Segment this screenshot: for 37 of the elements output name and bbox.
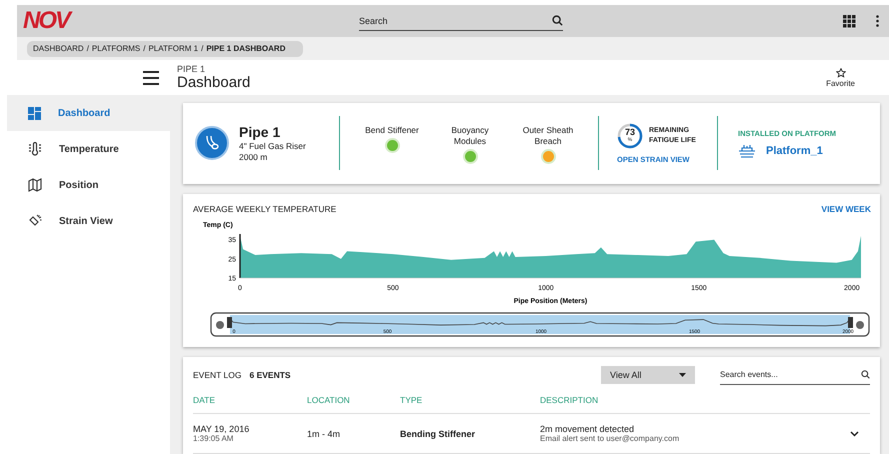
gauge-value: 73 (624, 128, 635, 136)
pipe-type: 4" Fuel Gas Riser (239, 141, 307, 152)
favorite-button[interactable]: Favorite (826, 68, 855, 88)
pipe-name: Pipe 1 (239, 124, 282, 140)
breadcrumb-link[interactable]: PIPE 1 DASHBOARD (206, 44, 286, 53)
breadcrumb-link[interactable]: PLATFORMS (92, 44, 140, 53)
status-label: Buoyancy Modules (450, 124, 490, 147)
sidebar-item[interactable]: Dashboard (7, 95, 170, 131)
view-week-link[interactable]: VIEW WEEK (821, 204, 871, 214)
event-location: 1m - 4m (307, 428, 342, 438)
breadcrumb-link[interactable]: PLATFORM 1 (148, 44, 198, 53)
page-title: Dashboard (177, 74, 250, 91)
pipe-length: 2000 m (239, 152, 268, 162)
event-count: 6 EVENTS (250, 370, 291, 380)
brand-logo: NOV (23, 7, 72, 35)
column-header: DATE (193, 395, 216, 405)
event-date: MAY 19, 2016 (193, 424, 250, 434)
event-detail: Email alert sent to user@company.com (540, 434, 680, 443)
breadcrumb-separator: / (86, 44, 89, 53)
breadcrumb-separator: / (201, 44, 204, 53)
event-description: 2m movement detected (540, 424, 636, 434)
card-title: EVENT LOG (193, 370, 242, 380)
breadcrumb-separator: / (143, 44, 146, 53)
page-overline: PIPE 1 (177, 64, 206, 74)
column-header: LOCATION (307, 395, 351, 405)
filter-dropdown[interactable]: View All (601, 366, 695, 384)
status-label: Outer Sheath Breach (522, 124, 574, 147)
search-field[interactable]: Search (359, 16, 529, 26)
event-time: 1:39:05 AM (193, 434, 234, 443)
event-search-field[interactable]: Search events... (720, 370, 861, 379)
column-header: DESCRIPTION (540, 395, 600, 405)
status-label: Bend Stiffener (365, 124, 419, 136)
event-type: Bending Stiffener (400, 428, 476, 438)
column-header: TYPE (400, 395, 424, 405)
platform-link[interactable]: Platform_1 (738, 144, 836, 158)
breadcrumb-link[interactable]: DASHBOARD (33, 44, 84, 53)
card-title: AVERAGE WEEKLY TEMPERATURE (193, 204, 336, 214)
